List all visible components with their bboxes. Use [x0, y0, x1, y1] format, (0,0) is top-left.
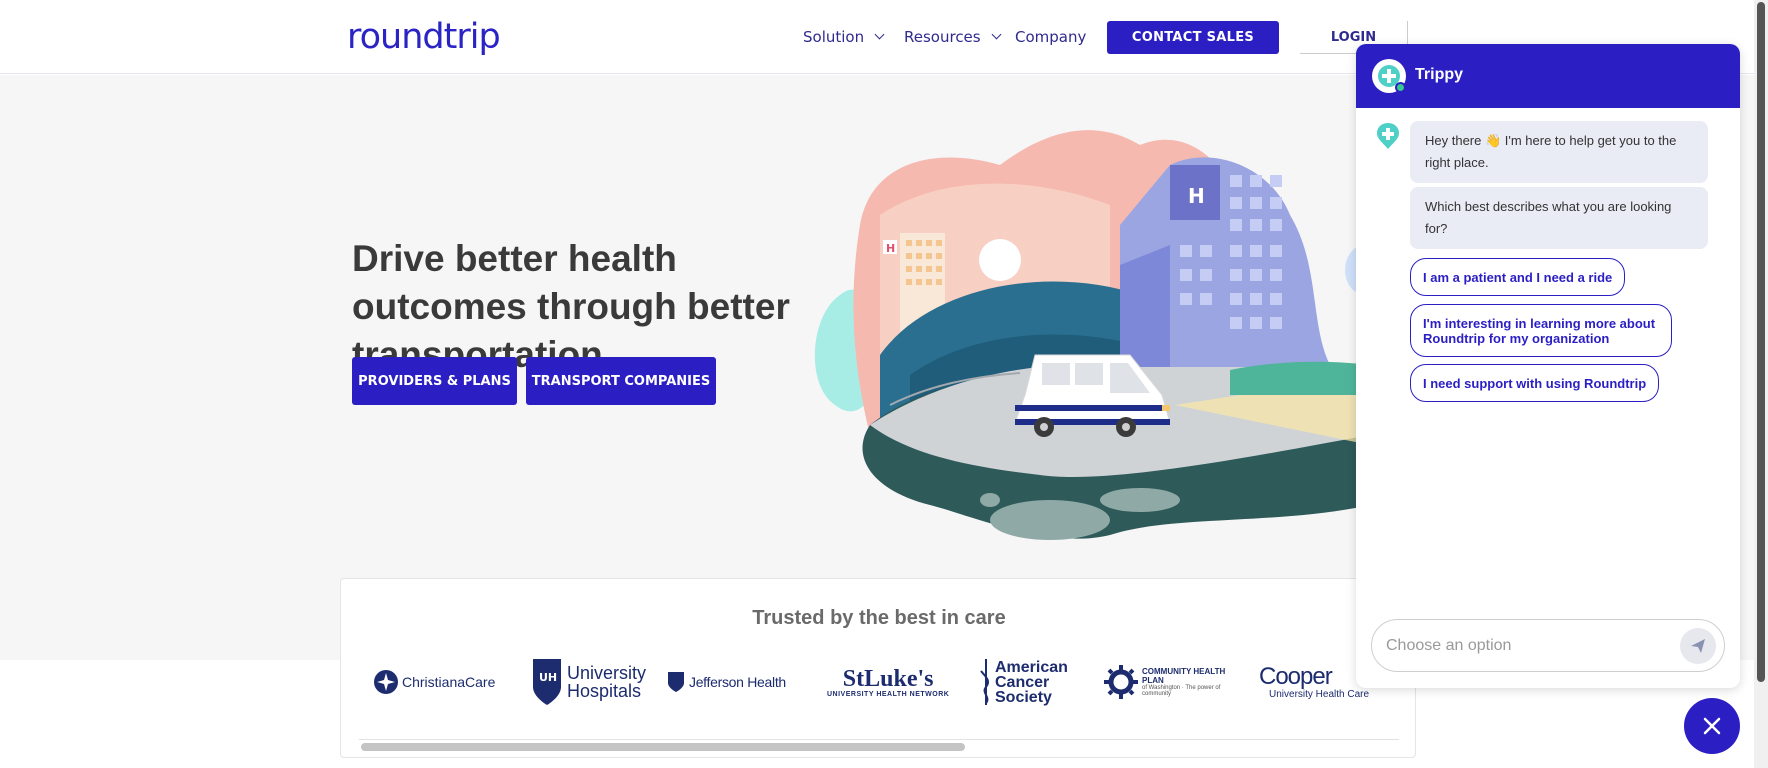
bot-message-icon: [1377, 123, 1399, 149]
jefferson-shield-icon: [668, 672, 684, 692]
page-scrollbar-thumb[interactable]: [1757, 2, 1765, 682]
send-button[interactable]: [1680, 628, 1716, 664]
bot-message-question: Which best describes what you are lookin…: [1410, 187, 1708, 249]
nav-company-label: Company: [1015, 28, 1087, 46]
chevron-down-icon: [991, 29, 1002, 40]
send-icon: [1691, 639, 1705, 653]
nav-company[interactable]: Company: [1015, 28, 1086, 46]
logo-cooper-text: Cooper: [1259, 662, 1333, 690]
nav-resources[interactable]: Resources: [904, 28, 1002, 46]
logo-american-cancer-society-text: American Cancer Society: [995, 658, 1068, 706]
logo-community-health-plan-wordmark: COMMUNITY HEALTH PLAN of Washington · Th…: [1142, 667, 1242, 697]
close-chat-button[interactable]: [1684, 698, 1740, 754]
option-patient-ride[interactable]: I am a patient and I need a ride: [1410, 258, 1626, 296]
logo-jefferson-health: Jefferson Health: [667, 654, 786, 710]
logo-community-health-plan-subtext: of Washington · The power of community: [1142, 685, 1221, 697]
providers-plans-button[interactable]: PROVIDERS & PLANS: [352, 357, 517, 405]
trusted-logos-panel: Trusted by the best in care ChristianaCa…: [340, 578, 1416, 758]
bot-name: Trippy: [1415, 66, 1464, 83]
transport-companies-button[interactable]: TRANSPORT COMPANIES: [526, 357, 716, 405]
logo-community-health-plan: COMMUNITY HEALTH PLAN of Washington · Th…: [1103, 654, 1242, 710]
logo-christianacare: ChristianaCare: [373, 654, 495, 710]
close-icon: [1703, 717, 1721, 735]
logo-jefferson-health-text: Jefferson Health: [689, 674, 786, 690]
logo-stlukes-text: StLuke's: [842, 665, 934, 692]
chevron-down-icon: [874, 29, 885, 40]
star-burst-icon: [374, 670, 398, 694]
logo-christianacare-text: ChristianaCare: [402, 674, 496, 690]
chat-widget: Trippy Hey there 👋 I'm here to help get …: [1356, 44, 1740, 688]
logo-community-health-plan-text: COMMUNITY HEALTH PLAN: [1142, 667, 1226, 685]
roundtrip-logo[interactable]: roundtrip: [347, 17, 501, 57]
logo-stlukes: StLuke's UNIVERSITY HEALTH NETWORK: [827, 654, 949, 710]
sun-icon: [1104, 665, 1138, 699]
uh-shield-icon: UH: [533, 659, 561, 705]
nav-solution[interactable]: Solution: [803, 28, 885, 46]
chat-input[interactable]: [1386, 620, 1666, 671]
chat-input-box: [1371, 619, 1725, 672]
svg-text:H: H: [886, 242, 895, 255]
trusted-title: Trusted by the best in care: [752, 607, 1006, 629]
contact-sales-button[interactable]: CONTACT SALES: [1107, 21, 1279, 54]
logo-stlukes-subtext: UNIVERSITY HEALTH NETWORK: [827, 690, 950, 698]
svg-text:H: H: [1188, 184, 1205, 208]
chat-header: Trippy: [1356, 44, 1740, 108]
logo-university-hospitals-text: University Hospitals: [567, 663, 647, 701]
nav-solution-label: Solution: [803, 28, 865, 46]
hero-illustration: H H: [814, 130, 1370, 540]
option-need-support[interactable]: I need support with using Roundtrip: [1410, 364, 1660, 402]
svg-text:UH: UH: [539, 671, 557, 684]
logo-university-hospitals: UH University Hospitals: [531, 654, 647, 710]
logo-cooper-subtext: University Health Care: [1269, 688, 1370, 700]
online-status-indicator: [1395, 82, 1406, 93]
nav-resources-label: Resources: [904, 28, 981, 46]
sword-icon: [980, 659, 990, 705]
option-learn-more-organization[interactable]: I'm interesting in learning more about R…: [1410, 304, 1672, 357]
logo-cooper: Cooper University Health Care: [1259, 654, 1369, 710]
logos-scrollbar-thumb[interactable]: [361, 743, 965, 751]
bot-message-greeting: Hey there 👋 I'm here to help get you to …: [1410, 121, 1708, 183]
logo-american-cancer-society: American Cancer Society: [979, 654, 1075, 710]
